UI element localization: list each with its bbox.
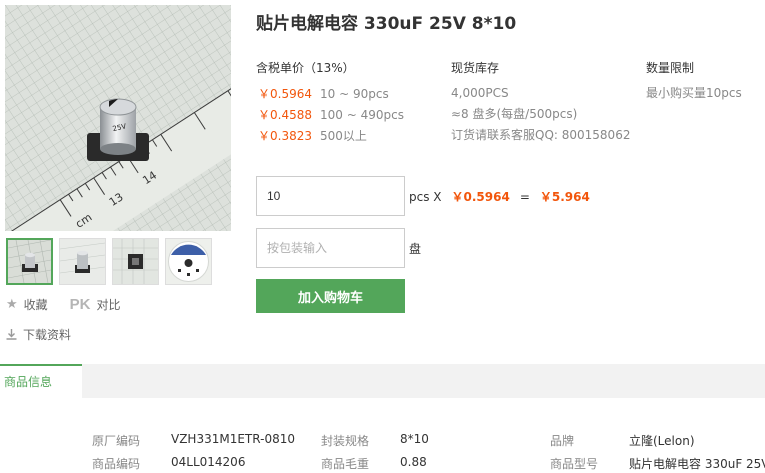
pk-icon[interactable]: PK: [70, 296, 91, 313]
price-header: 含税单价（13%）: [256, 61, 355, 75]
tier-price: ￥0.4588: [258, 108, 312, 122]
package-unit: 盘: [409, 242, 422, 256]
thumbnail-3-image: [113, 239, 158, 284]
spec-label: 商品编码: [92, 457, 141, 471]
spec-value: 立隆(Lelon): [629, 434, 695, 448]
quantity-input[interactable]: [256, 176, 405, 216]
product-main-image[interactable]: 13 14 cm 25V: [5, 5, 231, 231]
price-tier: ￥0.5964 10 ~ 90pcs: [258, 83, 404, 104]
calc-total: ￥5.964: [539, 190, 590, 204]
thumbnail-strip: [6, 238, 212, 285]
spec-label: 原厂编码: [92, 434, 141, 448]
purchase-limit: 最小购买量10pcs: [646, 86, 742, 100]
tier-range: 100 ~ 490pcs: [320, 107, 404, 122]
product-photo: 13 14 cm 25V: [5, 5, 231, 231]
thumbnail-2-image: [60, 239, 105, 284]
spec-value: VZH331M1ETR-0810: [171, 432, 295, 446]
thumbnail-1-image: [8, 240, 51, 283]
spec-label: 品牌: [550, 434, 575, 448]
price-tier: ￥0.4588 100 ~ 490pcs: [258, 104, 404, 125]
tier-price: ￥0.5964: [258, 87, 312, 101]
tab-product-info[interactable]: 商品信息: [0, 364, 82, 398]
compare-link[interactable]: 对比: [97, 296, 121, 313]
price-calculation: pcs X ￥0.5964 = ￥5.964: [409, 188, 600, 205]
spec-label: 商品毛重: [321, 457, 370, 471]
price-tier-list: ￥0.5964 10 ~ 90pcs ￥0.4588 100 ~ 490pcs …: [258, 83, 404, 146]
stock-info: 4,000PCS ≈8 盘多(每盘/500pcs) 订货请联系客服QQ: 800…: [451, 83, 630, 146]
package-input[interactable]: [256, 228, 405, 268]
tier-price: ￥0.3823: [258, 129, 312, 143]
thumbnail-4-image: [166, 239, 211, 284]
thumbnail-3[interactable]: [112, 238, 159, 285]
stock-contact: 订货请联系客服QQ: 800158062: [451, 128, 631, 142]
download-icon[interactable]: [6, 329, 17, 340]
equals-sign: =: [519, 190, 530, 204]
calc-unit-price: ￥0.5964: [451, 190, 510, 204]
spec-value: 贴片电解电容 330uF 25V: [629, 457, 765, 471]
price-tier: ￥0.3823 500以上: [258, 125, 404, 146]
limit-header: 数量限制: [646, 61, 695, 75]
download-row: 下载资料: [6, 326, 71, 343]
product-actions: ★ 收藏 PK 对比: [6, 296, 121, 313]
unit-x: pcs X: [409, 190, 442, 204]
favorite-link[interactable]: 收藏: [24, 296, 48, 313]
tier-range: 10 ~ 90pcs: [320, 86, 389, 101]
add-to-cart-button[interactable]: 加入购物车: [256, 279, 405, 313]
download-link[interactable]: 下载资料: [23, 326, 71, 343]
thumbnail-2[interactable]: [59, 238, 106, 285]
tab-bar: 商品信息: [0, 364, 765, 398]
stock-header: 现货库存: [451, 61, 500, 75]
spec-label: 封装规格: [321, 434, 370, 448]
spec-value: 0.88: [400, 455, 427, 469]
thumbnail-1[interactable]: [6, 238, 53, 285]
star-icon[interactable]: ★: [6, 297, 18, 312]
tier-range: 500以上: [320, 129, 367, 143]
spec-value: 04LL014206: [171, 455, 246, 469]
stock-quantity: 4,000PCS: [451, 86, 509, 100]
spec-label: 商品型号: [550, 457, 599, 471]
product-title: 贴片电解电容 330uF 25V 8*10: [256, 14, 517, 34]
stock-reels: ≈8 盘多(每盘/500pcs): [451, 107, 578, 121]
thumbnail-4[interactable]: [165, 238, 212, 285]
spec-value: 8*10: [400, 432, 429, 446]
